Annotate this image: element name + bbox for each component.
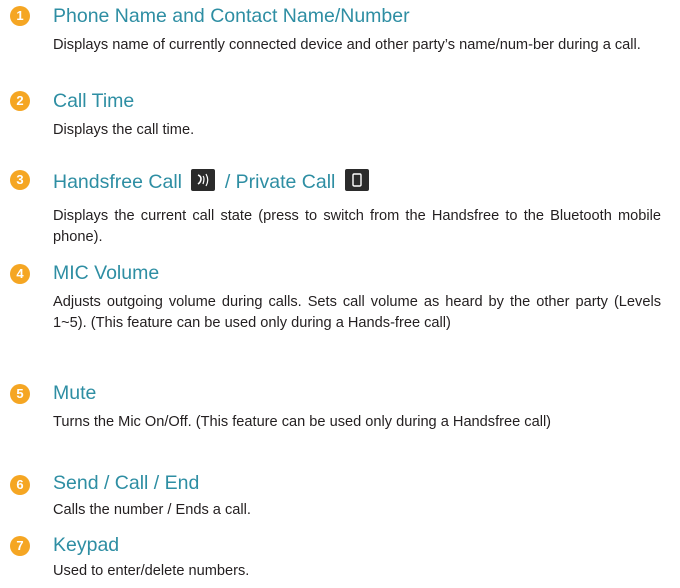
item-title: Call Time: [53, 90, 135, 112]
private-call-phone-icon: [344, 169, 369, 191]
handsfree-call-icon: [191, 169, 216, 191]
item-description: Calls the number / Ends a call.: [53, 502, 251, 518]
item-title: Mute: [53, 382, 97, 404]
number-badge: 5: [10, 384, 30, 404]
number-badge: 1: [10, 6, 30, 26]
item-description: Displays name of currently connected dev…: [53, 37, 641, 53]
item-title: Phone Name and Contact Name/Number: [53, 5, 410, 27]
item-title: Handsfree Call / Private Call: [53, 169, 373, 194]
title-separator: /: [219, 171, 236, 193]
item-description: Displays the current call state (press t…: [53, 208, 661, 245]
item-description: Displays the call time.: [53, 122, 195, 138]
number-badge: 7: [10, 536, 30, 556]
item-title: MIC Volume: [53, 262, 160, 284]
private-call-label: Private Call: [235, 171, 336, 193]
item-title: Send / Call / End: [53, 472, 200, 494]
item-title: Keypad: [53, 534, 120, 556]
number-badge: 3: [10, 170, 30, 190]
number-badge: 6: [10, 475, 30, 495]
item-description: Adjusts outgoing volume during calls. Se…: [53, 294, 661, 331]
item-description: Used to enter/delete numbers.: [53, 563, 250, 579]
number-badge: 2: [10, 91, 30, 111]
handsfree-call-label: Handsfree Call: [53, 171, 182, 193]
number-badge: 4: [10, 264, 30, 284]
item-description: Turns the Mic On/Off. (This feature can …: [53, 414, 552, 430]
